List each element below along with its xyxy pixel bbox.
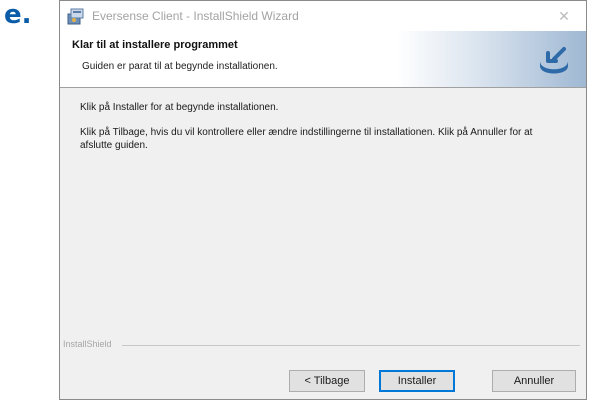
header-banner: Klar til at installere programmet Guiden…	[60, 31, 586, 88]
instruction-text: Klik på Installer for at begynde install…	[80, 102, 279, 113]
installer-window: Eversense Client - InstallShield Wizard …	[59, 0, 587, 400]
installer-icon	[67, 8, 84, 25]
banner-title: Klar til at installere programmet	[72, 39, 238, 51]
title-bar[interactable]: Eversense Client - InstallShield Wizard …	[60, 1, 586, 31]
banner-subtitle: Guiden er parat til at begynde installat…	[82, 61, 278, 72]
close-icon: ✕	[558, 7, 570, 24]
footer-divider	[122, 345, 580, 346]
help-text: Klik på Tilbage, hvis du vil kontrollere…	[80, 127, 533, 151]
content-area: Klik på Installer for at begynde install…	[60, 88, 586, 338]
close-button[interactable]: ✕	[542, 1, 586, 31]
install-arrow-icon	[540, 47, 568, 74]
window-title: Eversense Client - InstallShield Wizard	[92, 9, 299, 23]
install-button[interactable]: Installer	[379, 370, 455, 392]
back-button[interactable]: < Tilbage	[289, 370, 365, 392]
cancel-button[interactable]: Annuller	[492, 370, 576, 392]
installshield-label: InstallShield	[63, 339, 115, 349]
step-label: e.	[4, 0, 32, 30]
